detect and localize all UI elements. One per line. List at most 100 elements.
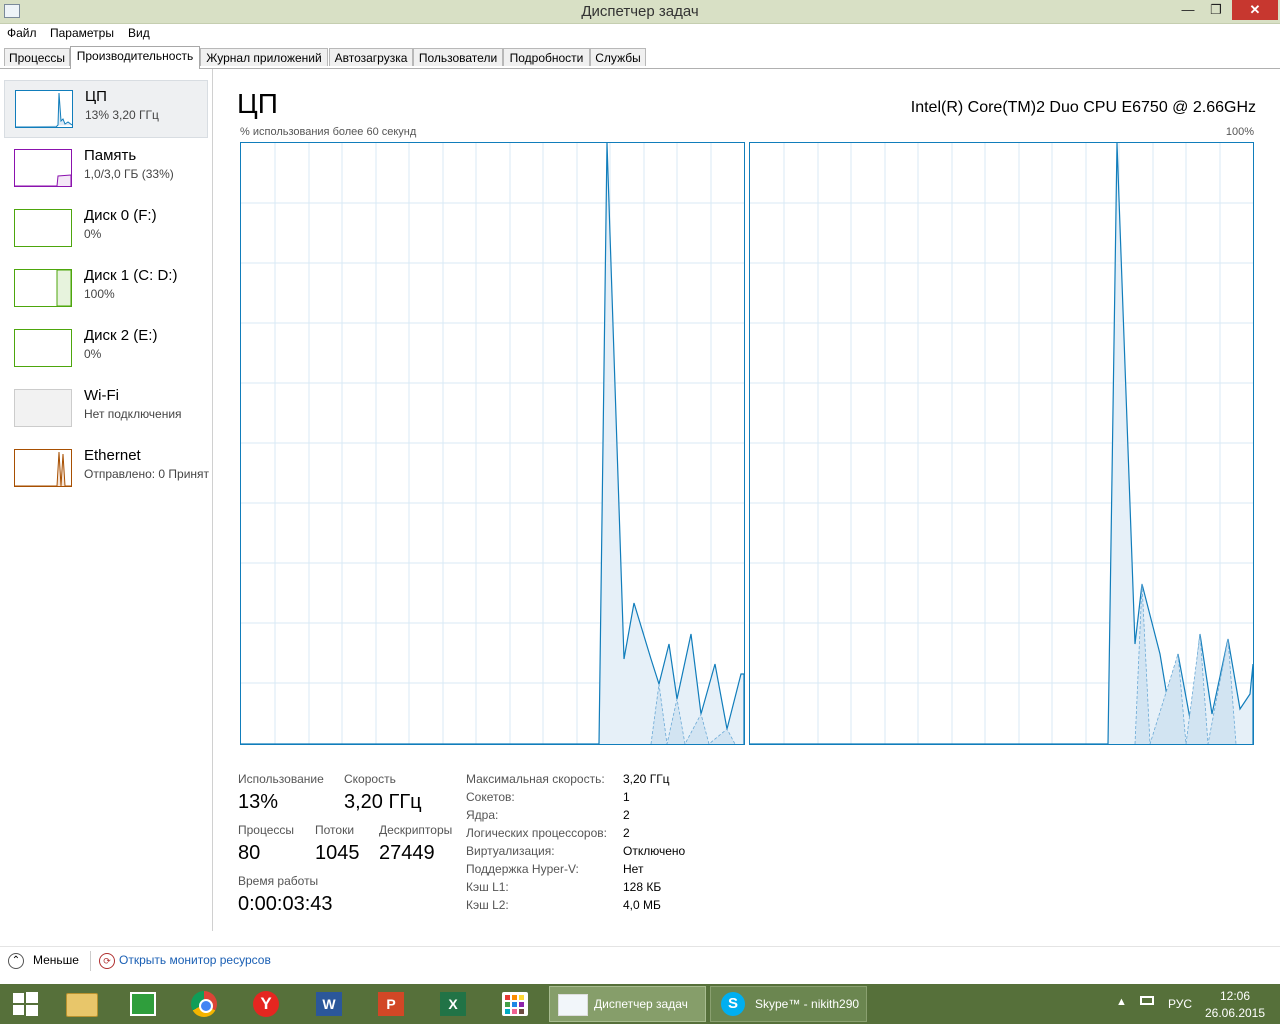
sidebar-item-value: 1,0/3,0 ГБ (33%) [84,167,174,181]
sidebar-item-disk0[interactable]: Диск 0 (F:) 0% [4,200,208,258]
info-value: 128 КБ [623,880,662,894]
minimize-button[interactable]: — [1174,0,1202,20]
wifi-thumbnail [14,389,72,427]
cpu-core-1-graph [749,142,1254,745]
windows-logo-icon [13,992,38,1016]
info-value: 1 [623,790,630,804]
taskbar-app-label: Skype™ - nikith290 [755,997,860,1011]
tab-processes[interactable]: Процессы [4,48,70,66]
disk2-thumbnail [14,329,72,367]
graph-max-label: 100% [1225,126,1254,138]
taskbar-app-label: Диспетчер задач [594,997,688,1011]
chrome-icon[interactable] [186,984,224,1024]
info-label: Виртуализация: [466,844,555,858]
sidebar-item-value: 0% [84,227,102,241]
sidebar-item-value: 13% 3,20 ГГц [85,108,159,122]
speed-label: Скорость [344,772,396,786]
clock-date[interactable]: 26.06.2015 [1204,1006,1266,1020]
sidebar-item-label: Ethernet [84,447,141,464]
language-indicator[interactable]: РУС [1168,997,1192,1011]
word-icon[interactable]: W [310,984,348,1024]
store-icon[interactable] [124,984,162,1024]
menu-file[interactable]: Файл [7,26,37,40]
info-label: Кэш L2: [466,898,509,912]
info-value: 2 [623,808,630,822]
resource-monitor-icon: ⟳ [99,953,115,969]
info-value: 2 [623,826,630,840]
info-label: Кэш L1: [466,880,509,894]
tab-performance[interactable]: Производительность [70,46,200,69]
fewer-details-link[interactable]: Меньше [33,953,79,967]
skype-icon: S [721,992,745,1016]
taskbar-app-task-manager[interactable]: Диспетчер задач [549,986,706,1022]
ethernet-thumbnail [14,449,72,487]
page-title: ЦП [237,88,278,119]
tab-details[interactable]: Подробности [503,48,590,66]
info-value: 4,0 МБ [623,898,661,912]
tab-app-history[interactable]: Журнал приложений [200,48,328,66]
graph-label: % использования более 60 секунд [240,126,417,138]
sidebar-item-label: Диск 1 (C: D:) [84,267,178,284]
uptime-value: 0:00:03:43 [238,893,333,915]
sidebar-item-disk2[interactable]: Диск 2 (E:) 0% [4,320,208,378]
menu-bar: Файл Параметры Вид [0,24,1280,44]
info-label: Логических процессоров: [466,826,607,840]
tab-users[interactable]: Пользователи [413,48,503,66]
tab-strip: Процессы Производительность Журнал прило… [0,46,1280,69]
processes-label: Процессы [238,823,295,837]
network-icon[interactable] [1140,994,1156,1008]
close-button[interactable]: ✕ [1232,0,1278,20]
start-button[interactable] [8,984,42,1024]
info-value: Отключено [623,844,686,858]
taskbar: Y W P X Диспетчер задач S Skype™ - nikit… [0,984,1280,1024]
disk1-thumbnail [14,269,72,307]
clock-time[interactable]: 12:06 [1204,989,1266,1003]
info-label: Ядра: [466,808,499,822]
menu-options[interactable]: Параметры [50,26,114,40]
file-explorer-icon[interactable] [62,984,100,1024]
powerpoint-icon[interactable]: P [372,984,410,1024]
show-hidden-icons-icon[interactable]: ▲ [1116,996,1127,1008]
usage-value: 13% [238,791,279,813]
apps-grid-icon[interactable] [496,984,534,1024]
footer-divider [90,951,91,971]
yandex-browser-icon[interactable]: Y [248,984,286,1024]
maximize-button[interactable]: ❐ [1202,0,1230,20]
sidebar-item-value: Нет подключения [84,407,182,421]
cpu-model: Intel(R) Core(TM)2 Duo CPU E6750 @ 2.66G… [910,99,1256,116]
uptime-label: Время работы [238,874,319,888]
sidebar-item-memory[interactable]: Память 1,0/3,0 ГБ (33%) [4,140,208,198]
cpu-thumbnail [15,90,73,128]
disk0-thumbnail [14,209,72,247]
excel-icon[interactable]: X [434,984,472,1024]
chevron-up-icon[interactable]: ⌃ [8,953,24,969]
open-resource-monitor-link[interactable]: Открыть монитор ресурсов [119,953,271,967]
sidebar-item-value: 0% [84,347,102,361]
tab-services[interactable]: Службы [590,48,646,66]
handles-value: 27449 [379,842,435,864]
sidebar-item-ethernet[interactable]: Ethernet Отправлено: 0 Принят [4,440,209,498]
info-label: Максимальная скорость: [466,772,605,786]
info-label: Поддержка Hyper-V: [466,862,579,876]
sidebar-item-label: Память [84,147,137,164]
task-manager-icon [558,994,588,1016]
sidebar-item-label: Диск 0 (F:) [84,207,157,224]
sidebar-item-value: Отправлено: 0 Принят [84,467,210,481]
cpu-core-0-graph [240,142,745,746]
threads-value: 1045 [315,842,360,864]
tab-startup[interactable]: Автозагрузка [329,48,413,66]
footer-bar: ⌃ Меньше ⟳ Открыть монитор ресурсов [0,946,1280,975]
sidebar-item-label: Wi-Fi [84,387,119,404]
sidebar-item-disk1[interactable]: Диск 1 (C: D:) 100% [4,260,208,318]
usage-label: Использование [238,772,324,786]
menu-view[interactable]: Вид [128,26,150,40]
threads-label: Потоки [315,823,355,837]
sidebar-item-value: 100% [84,287,115,301]
handles-label: Дескрипторы [379,823,453,837]
info-label: Сокетов: [466,790,515,804]
sidebar-item-label: ЦП [85,88,107,105]
taskbar-app-skype[interactable]: S Skype™ - nikith290 [710,986,867,1022]
sidebar-item-wifi[interactable]: Wi-Fi Нет подключения [4,380,208,438]
sidebar-item-cpu[interactable]: ЦП 13% 3,20 ГГц [4,80,208,138]
info-value: Нет [623,862,644,876]
